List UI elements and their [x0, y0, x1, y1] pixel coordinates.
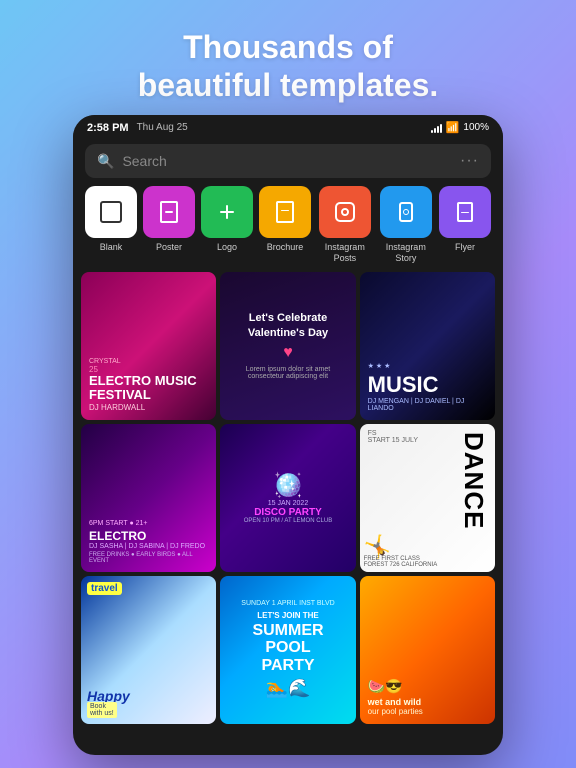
template-wet-wild: wet and wild [368, 697, 487, 707]
category-blank[interactable]: Blank [85, 186, 137, 264]
category-brochure-label: Brochure [267, 242, 304, 253]
template-card-dance[interactable]: FSSTART 15 JULY DANCE 🤸 FREE FIRST CLASS… [360, 424, 495, 572]
logo-plus-icon [216, 201, 238, 223]
status-icons: 📶 100% [431, 121, 489, 134]
template-card-pool[interactable]: SUNDAY 1 APRIL INST BLVD LET'S JOIN THE … [220, 576, 355, 724]
search-icon: 🔍 [97, 153, 114, 170]
template-electro-music: ELECTRO MUSICFESTIVAL [89, 374, 208, 403]
category-flyer-label: Flyer [455, 242, 475, 253]
template-electro-extra: FREE DRINKS ● EARLY BIRDS ● ALL EVENT [89, 552, 208, 564]
poster-doc-icon [160, 201, 178, 223]
search-bar[interactable]: 🔍 Search ··· [85, 144, 491, 178]
template-pool-icons: 🏊🌊 [266, 678, 311, 699]
template-valentines-title: Let's CelebrateValentine's Day [248, 311, 328, 340]
brochure-doc-icon [276, 201, 294, 223]
category-poster[interactable]: Poster [143, 186, 195, 264]
template-electro-sub: DJ SASHA | DJ SABINA | DJ FREDO [89, 543, 208, 550]
phone-mockup: 2:58 PM Thu Aug 25 📶 100% 🔍 Search ··· B… [73, 115, 503, 755]
wifi-icon: 📶 [446, 121, 460, 134]
signal-icon [431, 123, 442, 133]
template-valentines-text: Lorem ipsum dolor sit amet consectetur a… [230, 366, 345, 380]
category-flyer-icon [439, 186, 491, 238]
category-brochure[interactable]: Brochure [259, 186, 311, 264]
status-bar: 2:58 PM Thu Aug 25 📶 100% [73, 115, 503, 138]
template-disco-ball: 🪩 [273, 471, 303, 500]
hero-line1: Thousands of [183, 29, 393, 65]
template-dj-hardwall: DJ HARDWALL [89, 403, 208, 412]
template-music-title: MUSIC [368, 372, 487, 398]
template-electro-title: ELECTRO [89, 529, 208, 543]
template-disco-sub: OPEN 10 PM / AT LEMON CLUB [244, 518, 332, 524]
template-card-pool-party[interactable]: 🍉😎 wet and wild our pool parties [360, 576, 495, 724]
category-logo-label: Logo [217, 242, 237, 253]
category-instagram-posts-icon [319, 186, 371, 238]
category-instagram-story[interactable]: Instagram Story [379, 186, 433, 264]
search-input[interactable]: Search [122, 153, 452, 169]
category-brochure-icon [259, 186, 311, 238]
status-date: Thu Aug 25 [137, 122, 188, 133]
template-heart-icon: ♥ [283, 344, 293, 362]
hero-line2: beautiful templates. [138, 67, 439, 103]
template-card-music[interactable]: ★ ★ ★ MUSIC DJ MENGAN | DJ DANIEL | DJ L… [360, 272, 495, 420]
template-dance-sub: FREE FIRST CLASSFOREST 726 CALIFORNIA [364, 556, 438, 568]
template-book-label: Bookwith us! [87, 702, 117, 718]
category-blank-icon [85, 186, 137, 238]
template-djs: DJ MENGAN | DJ DANIEL | DJ LIANDO [368, 398, 487, 412]
template-crystal-label: CRYSTAL [89, 358, 208, 365]
template-card-happy[interactable]: travel Happy Bookwith us! [81, 576, 216, 724]
category-flyer[interactable]: Flyer [439, 186, 491, 264]
template-card-electro-festival[interactable]: CRYSTAL 25 ELECTRO MUSICFESTIVAL DJ HARD… [81, 272, 216, 420]
category-instagram-posts-label: Instagram Posts [317, 242, 373, 264]
template-pool-party-icons: 🍉😎 [368, 678, 487, 695]
category-logo-icon [201, 186, 253, 238]
hero-section: Thousands of beautiful templates. [0, 0, 576, 123]
template-travel-label: travel [87, 582, 122, 595]
category-instagram-posts[interactable]: Instagram Posts [317, 186, 373, 264]
category-instagram-story-label: Instagram Story [379, 242, 433, 264]
battery-text: 100% [463, 122, 489, 133]
template-electro-small: 6PM START ● 21+ [89, 520, 208, 527]
more-options-icon[interactable]: ··· [460, 152, 479, 170]
category-logo[interactable]: Logo [201, 186, 253, 264]
categories-row: Blank Poster Logo Brochure [73, 186, 503, 272]
template-card-disco[interactable]: 🪩 15 JAN 2022 DISCO PARTY OPEN 10 PM / A… [220, 424, 355, 572]
templates-grid: CRYSTAL 25 ELECTRO MUSICFESTIVAL DJ HARD… [73, 272, 503, 724]
category-blank-label: Blank [100, 242, 123, 253]
template-music-top: ★ ★ ★ [368, 362, 487, 370]
category-poster-icon [143, 186, 195, 238]
template-dance-top: FSSTART 15 JULY [368, 430, 418, 444]
template-pool-sub: SUNDAY 1 APRIL INST BLVD [241, 600, 334, 607]
template-card-electro[interactable]: 6PM START ● 21+ ELECTRO DJ SASHA | DJ SA… [81, 424, 216, 572]
template-pool-parties: our pool parties [368, 707, 487, 716]
template-lets-join: LET'S JOIN THE [257, 611, 318, 620]
template-pool-title: SUMMERPOOLPARTY [252, 622, 323, 675]
template-card-valentines[interactable]: Let's CelebrateValentine's Day ♥ Lorem i… [220, 272, 355, 420]
insta-posts-icon [335, 202, 355, 222]
category-poster-label: Poster [156, 242, 182, 253]
insta-story-icon [399, 202, 413, 222]
hero-title: Thousands of beautiful templates. [40, 28, 536, 105]
template-disco-date: 15 JAN 2022 [268, 500, 308, 507]
flyer-doc-icon [457, 202, 473, 222]
status-time: 2:58 PM [87, 122, 129, 134]
category-instagram-story-icon [380, 186, 432, 238]
template-dance-title: DANCE [458, 432, 489, 529]
template-disco-title: DISCO PARTY [254, 507, 322, 518]
